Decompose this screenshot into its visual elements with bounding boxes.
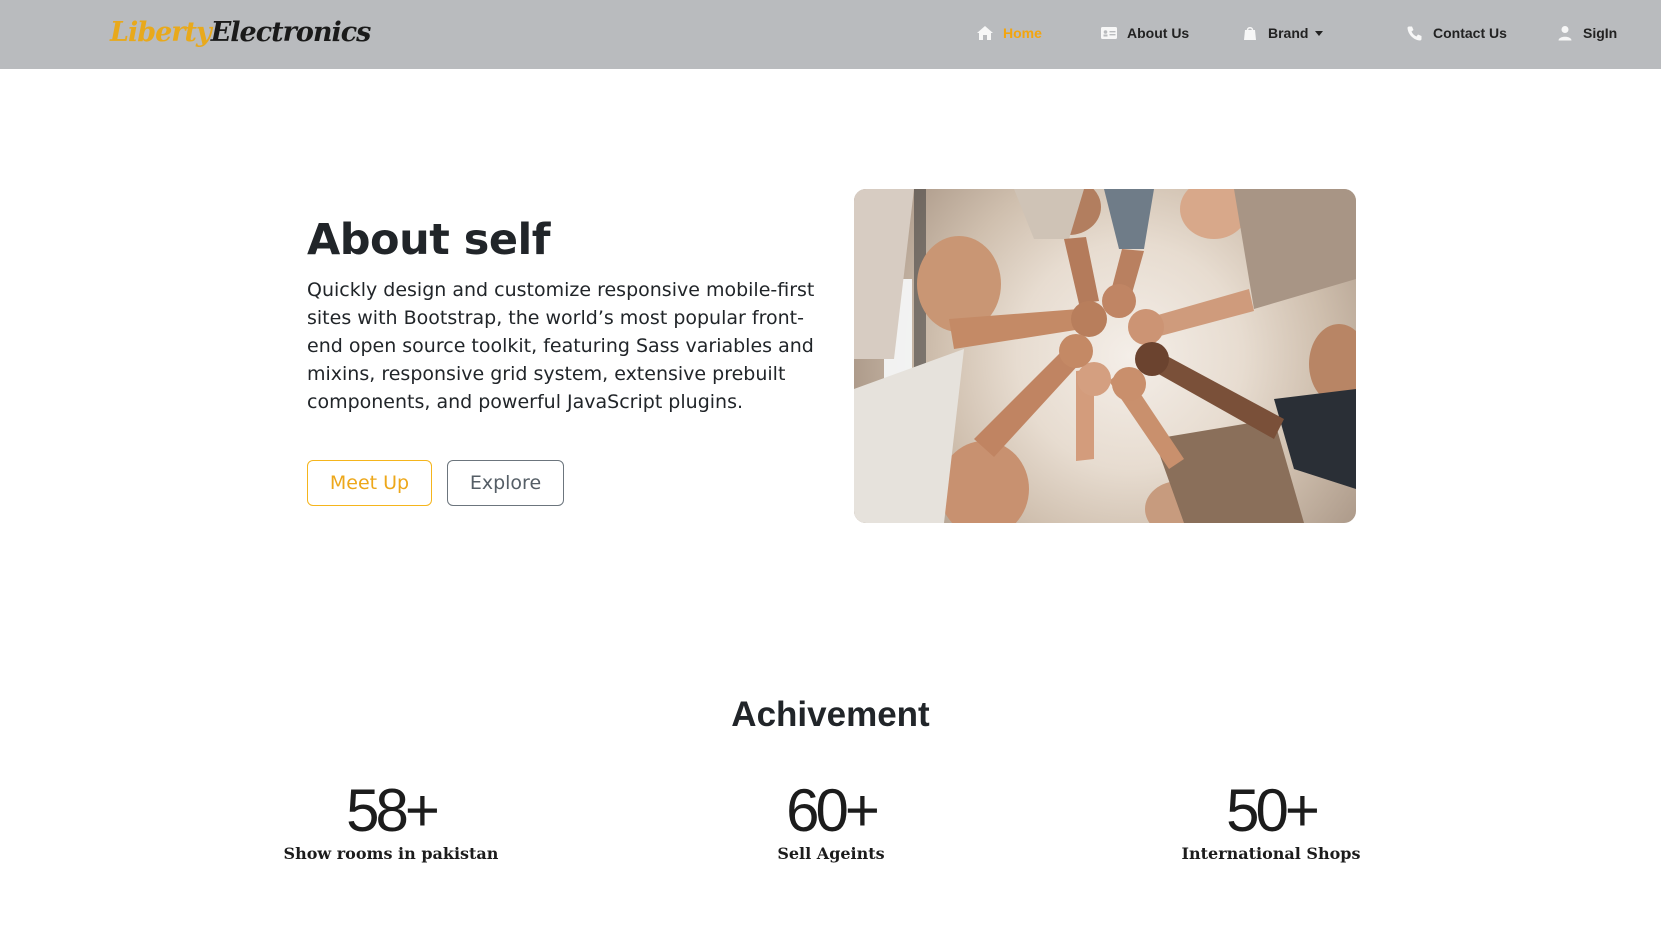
team-photo — [854, 189, 1356, 523]
meet-up-button[interactable]: Meet Up — [307, 460, 432, 506]
home-icon — [977, 26, 993, 40]
nav-contact-label: Contact Us — [1433, 25, 1507, 41]
nav-about-label: About Us — [1127, 25, 1190, 41]
stat-showrooms: 58+ Show rooms in pakistan — [241, 776, 541, 863]
team-photo-illustration — [854, 189, 1356, 523]
brand-logo-part2: Electronics — [210, 17, 372, 48]
explore-button[interactable]: Explore — [447, 460, 564, 506]
nav-signin-label: SigIn — [1583, 25, 1618, 41]
brand-logo[interactable]: LibertyElectronics — [110, 14, 372, 52]
achievement-title: Achivement — [731, 695, 930, 734]
nav-signin[interactable]: SigIn — [1556, 22, 1617, 44]
navbar: LibertyElectronics Home About Us Brand C… — [0, 0, 1661, 69]
phone-icon — [1407, 26, 1422, 41]
stat-value: 50+ — [1226, 777, 1320, 844]
stat-label: Show rooms in pakistan — [283, 844, 499, 863]
nav-contact[interactable]: Contact Us — [1406, 22, 1507, 44]
hero-description: Quickly design and customize responsive … — [307, 279, 815, 413]
stat-label: International Shops — [1181, 844, 1361, 863]
nav-home-label: Home — [1003, 25, 1042, 41]
stat-label: Sell Ageints — [777, 844, 885, 863]
stat-value: 58+ — [346, 777, 440, 844]
brand-logo-part1: Liberty — [110, 17, 212, 48]
hero-title: About self — [307, 215, 550, 265]
nav-brand-label: Brand — [1268, 25, 1309, 41]
stat-international-shops: 50+ International Shops — [1121, 776, 1421, 863]
stat-value: 60+ — [786, 777, 880, 844]
nav-brand-dropdown[interactable]: Brand — [1241, 22, 1324, 44]
nav-about[interactable]: About Us — [1100, 22, 1189, 44]
id-card-icon — [1101, 27, 1117, 39]
user-icon — [1558, 26, 1572, 41]
nav-home[interactable]: Home — [976, 22, 1042, 44]
chevron-down-icon — [1315, 30, 1324, 36]
bag-icon — [1244, 27, 1256, 40]
stat-sell-agents: 60+ Sell Ageints — [681, 776, 981, 863]
